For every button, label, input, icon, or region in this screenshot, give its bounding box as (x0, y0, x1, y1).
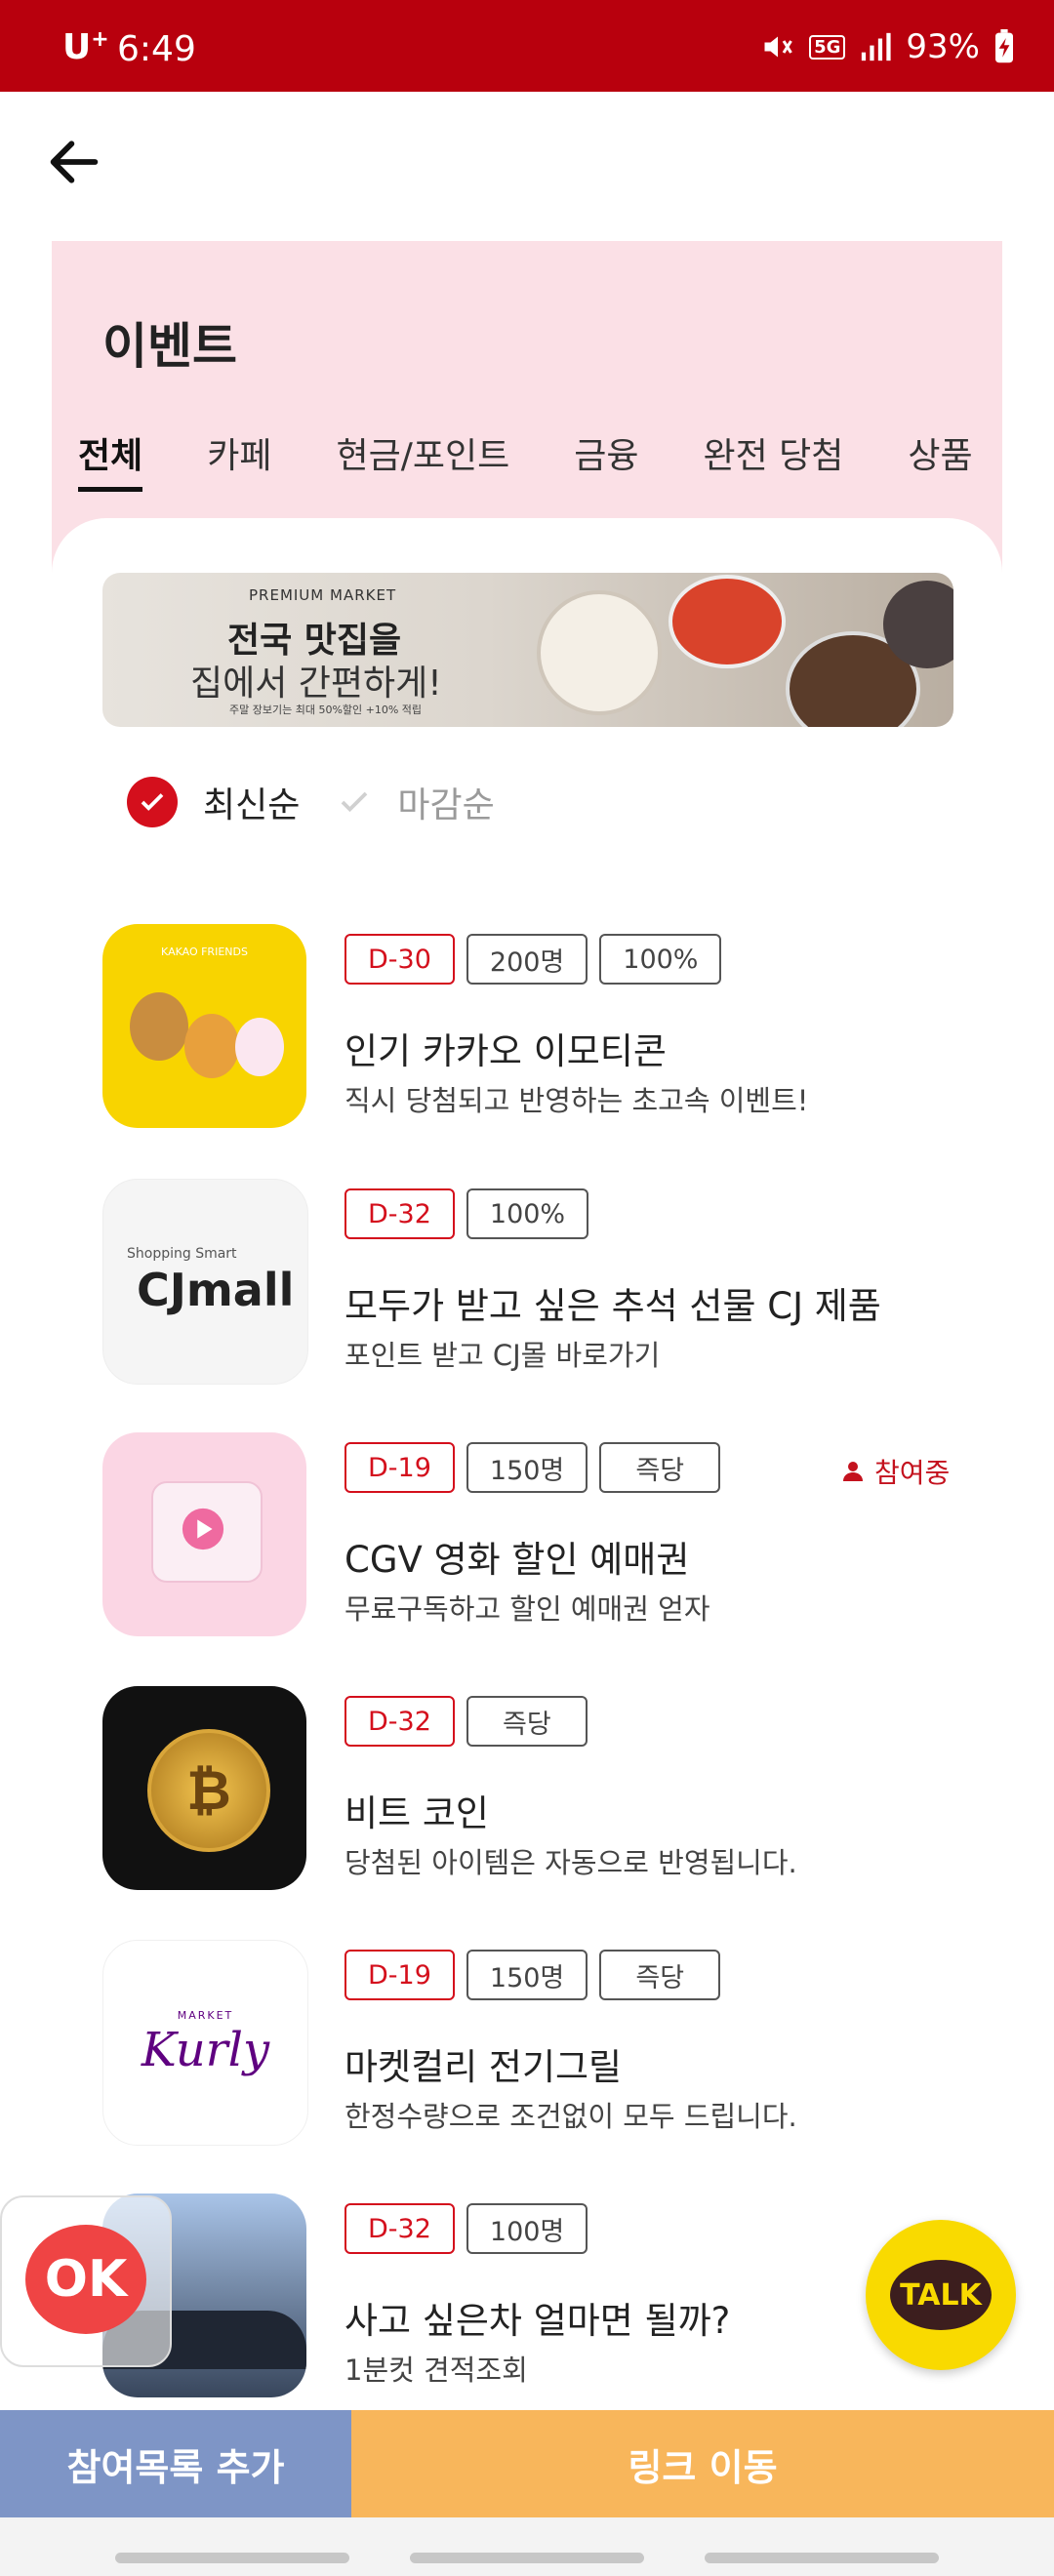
event-badges: D-32 100% (345, 1188, 589, 1239)
character-image (184, 1014, 239, 1078)
food-plate-image (537, 590, 662, 715)
system-nav-bar (0, 2517, 1054, 2576)
bottom-action-bar: 참여목록 추가 링크 이동 (0, 2410, 1054, 2517)
dday-badge: D-19 (345, 1950, 455, 2000)
cjmall-logo: CJmall (137, 1264, 295, 1316)
go-to-link-button[interactable]: 링크 이동 (351, 2410, 1054, 2517)
tab-strip: 전체 카페 현금/포인트 금융 완전 당첨 상품 (0, 0, 1002, 585)
ok-label: OK (25, 2225, 146, 2334)
event-item[interactable]: D-32 100명 사고 싶은차 얼마면 될까? 1분컷 견적조회 (102, 2194, 981, 2398)
event-thumbnail: ₿ (102, 1686, 306, 1890)
event-title: 마켓컬리 전기그릴 (345, 2046, 623, 2088)
event-item[interactable]: ₿ D-32 즉당 비트 코인 당첨된 아이템은 자동으로 반영됩니다. (102, 1686, 981, 1891)
tab-cash-point[interactable]: 현금/포인트 (337, 427, 510, 492)
add-to-participation-button[interactable]: 참여목록 추가 (0, 2410, 351, 2517)
dday-badge: D-30 (345, 934, 455, 985)
dday-badge: D-32 (345, 1696, 455, 1747)
event-subtitle: 1분컷 견적조회 (345, 2354, 528, 2387)
character-image (130, 992, 188, 1061)
event-thumbnail (102, 1432, 306, 1636)
event-subtitle: 포인트 받고 CJ몰 바로가기 (345, 1339, 661, 1372)
check-icon (141, 793, 164, 811)
event-badges: D-19 150명 즉당 (345, 1442, 721, 1493)
event-title: 사고 싶은차 얼마면 될까? (345, 2300, 731, 2342)
thumb-subcaption: MARKET (177, 2009, 234, 2022)
food-plate-image (669, 575, 786, 668)
tab-product[interactable]: 상품 (908, 427, 972, 492)
tab-full-win[interactable]: 완전 당첨 (703, 427, 843, 492)
sort-options: 최신순 마감순 (127, 777, 495, 827)
event-item[interactable]: Shopping Smart CJmall D-32 100% 모두가 받고 싶… (102, 1179, 981, 1385)
check-icon[interactable] (337, 785, 372, 820)
nav-home-handle[interactable] (410, 2553, 644, 2563)
category-tabs: 전체 카페 현금/포인트 금융 완전 당첨 상품 (78, 427, 973, 492)
sort-deadline-label[interactable]: 마감순 (397, 777, 494, 827)
kurly-logo: Kurly (141, 2023, 270, 2077)
nav-recents-handle[interactable] (115, 2553, 349, 2563)
promo-banner[interactable]: PREMIUM MARKET 전국 맛집을 집에서 간편하게! 주말 장보기는 … (102, 573, 953, 727)
event-item[interactable]: MARKET Kurly D-19 150명 즉당 마켓컬리 전기그릴 한정수량… (102, 1940, 981, 2146)
bitcoin-coin-image: ₿ (147, 1729, 270, 1852)
event-title: 모두가 받고 싶은 추석 선물 CJ 제품 (345, 1285, 881, 1327)
event-subtitle: 무료구독하고 할인 예매권 얻자 (345, 1592, 710, 1626)
event-thumbnail: Shopping Smart CJmall (102, 1179, 308, 1385)
tab-all[interactable]: 전체 (78, 427, 143, 492)
event-badges: D-32 100명 (345, 2203, 588, 2254)
banner-fine-print: 주말 장보기는 최대 50%할인 +10% 적립 (229, 704, 423, 716)
dday-badge: D-32 (345, 2203, 455, 2254)
sort-latest-radio[interactable] (127, 777, 178, 827)
event-title: 비트 코인 (345, 1792, 489, 1834)
play-icon (182, 1508, 224, 1550)
dday-badge: D-32 (345, 1188, 455, 1239)
thumb-subcaption: Shopping Smart (127, 1246, 237, 1262)
event-badges: D-19 150명 즉당 (345, 1950, 721, 2000)
tab-finance[interactable]: 금융 (574, 427, 638, 492)
thumb-caption: KAKAO FRIENDS (161, 946, 248, 958)
tab-cafe[interactable]: 카페 (207, 427, 271, 492)
event-thumbnail: MARKET Kurly (102, 1940, 308, 2146)
instant-badge: 즉당 (599, 1442, 721, 1493)
character-image (235, 1018, 284, 1076)
banner-tag: PREMIUM MARKET (249, 586, 397, 604)
count-badge: 150명 (466, 1442, 588, 1493)
nav-back-handle[interactable] (705, 2553, 939, 2563)
sort-latest-label[interactable]: 최신순 (203, 777, 300, 827)
kakao-talk-button[interactable]: TALK (866, 2220, 1016, 2370)
event-subtitle: 직시 당첨되고 반영하는 초고속 이벤트! (345, 1084, 809, 1117)
dday-badge: D-19 (345, 1442, 455, 1493)
participating-label: 참여중 (874, 1457, 951, 1489)
event-title: 인기 카카오 이모티콘 (345, 1030, 667, 1072)
event-badges: D-32 즉당 (345, 1696, 588, 1747)
event-badges: D-30 200명 100% (345, 934, 722, 985)
banner-subheadline: 집에서 간편하게! (190, 664, 442, 704)
rate-badge: 100% (466, 1188, 589, 1239)
event-thumbnail: KAKAO FRIENDS (102, 924, 306, 1128)
count-badge: 150명 (466, 1950, 588, 2000)
person-icon (843, 1462, 863, 1481)
count-badge: 200명 (466, 934, 588, 985)
count-badge: 100명 (466, 2203, 588, 2254)
event-item[interactable]: D-19 150명 즉당 참여중 CGV 영화 할인 예매권 무료구독하고 할인… (102, 1432, 981, 1637)
rate-badge: 100% (599, 934, 722, 985)
talk-label: TALK (890, 2260, 992, 2330)
ok-floating-button[interactable]: OK (0, 2195, 172, 2367)
event-subtitle: 당첨된 아이템은 자동으로 반영됩니다. (345, 1846, 797, 1879)
event-subtitle: 한정수량으로 조건없이 모두 드립니다. (345, 2100, 797, 2133)
event-title: CGV 영화 할인 예매권 (345, 1539, 690, 1581)
instant-badge: 즉당 (599, 1950, 721, 2000)
instant-badge: 즉당 (466, 1696, 588, 1747)
event-item[interactable]: KAKAO FRIENDS D-30 200명 100% 인기 카카오 이모티콘… (102, 924, 981, 1129)
participating-status: 참여중 (841, 1452, 950, 1491)
